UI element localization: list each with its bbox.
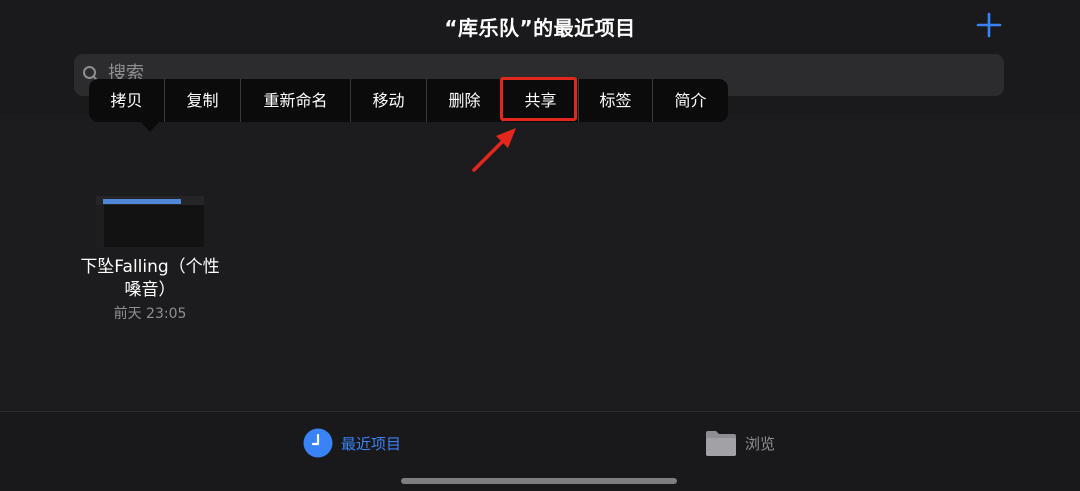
context-menu-pointer (140, 121, 160, 132)
page-title: “库乐队”的最近项目 (444, 16, 636, 40)
menu-item-move[interactable]: 移动 (351, 79, 427, 122)
annotation-arrow-icon (472, 128, 516, 172)
share-highlight-box (500, 77, 577, 121)
thumbnail-region (103, 199, 181, 204)
menu-item-info[interactable]: 简介 (653, 79, 728, 122)
home-indicator[interactable] (401, 478, 677, 484)
menu-item-copy[interactable]: 拷贝 (89, 79, 165, 122)
tab-recent-label: 最近项目 (341, 434, 402, 453)
project-date: 前天 23:05 (113, 306, 187, 322)
project-name[interactable]: 下坠Falling（个性 嗓音） (70, 256, 230, 302)
menu-item-duplicate[interactable]: 复制 (165, 79, 241, 122)
tab-browse[interactable]: 浏览 (705, 428, 775, 458)
menu-item-tags[interactable]: 标签 (579, 79, 653, 122)
tab-browse-label: 浏览 (745, 434, 776, 453)
tab-recent[interactable]: 最近项目 (303, 428, 401, 458)
plus-icon[interactable] (974, 10, 1004, 40)
thumbnail-track-header (96, 205, 104, 247)
context-menu: 拷贝 复制 重新命名 移动 删除 共享 标签 简介 (89, 79, 728, 122)
menu-item-rename[interactable]: 重新命名 (241, 79, 351, 122)
clock-icon (303, 428, 333, 458)
project-thumbnail[interactable] (96, 196, 204, 247)
menu-item-delete[interactable]: 删除 (427, 79, 503, 122)
folder-icon (706, 431, 736, 456)
project-name-line1: 下坠Falling（个性 (80, 257, 220, 277)
project-name-line2: 嗓音） (124, 280, 176, 300)
